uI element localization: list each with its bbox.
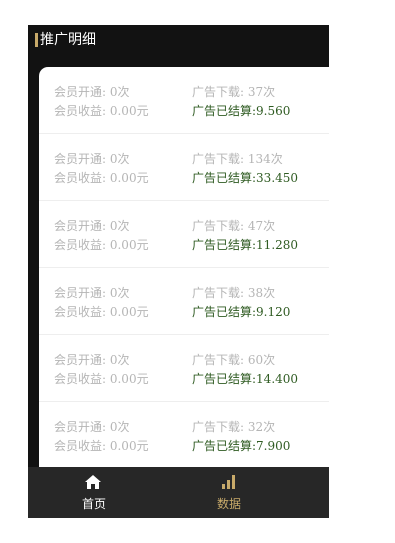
member-income: 会员收益: 0.00元 <box>54 171 149 185</box>
tab-data[interactable]: 数据 <box>163 467 295 518</box>
ad-settled-amount: 广告已结算:14.400 <box>192 372 299 386</box>
bottom-tab-bar: 首页 数据 <box>28 467 329 518</box>
records-card[interactable]: 会员开通: 0次 会员收益: 0.00元 广告下载: 37次 广告已结算:9.5… <box>39 67 329 497</box>
member-income: 会员收益: 0.00元 <box>54 439 149 453</box>
member-open-count: 会员开通: 0次 <box>54 420 130 434</box>
tab-home-label: 首页 <box>81 497 106 511</box>
member-income: 会员收益: 0.00元 <box>54 238 149 252</box>
list-item: 会员开通: 0次 会员收益: 0.00元 广告下载: 47次 广告已结算:11.… <box>39 201 329 268</box>
ad-download-count: 广告下载: 37次 <box>192 85 276 99</box>
ad-settled-amount: 广告已结算:11.280 <box>192 238 299 252</box>
member-open-count: 会员开通: 0次 <box>54 286 130 300</box>
tab-data-label: 数据 <box>216 497 241 511</box>
title-accent-bar <box>35 33 38 47</box>
list-item: 会员开通: 0次 会员收益: 0.00元 广告下载: 134次 广告已结算:33… <box>39 134 329 201</box>
list-item: 会员开通: 0次 会员收益: 0.00元 广告下载: 32次 广告已结算:7.9… <box>39 402 329 469</box>
member-income: 会员收益: 0.00元 <box>54 305 149 319</box>
ad-download-count: 广告下载: 38次 <box>192 286 276 300</box>
page-header: 推广明细 <box>28 25 329 66</box>
ad-download-count: 广告下载: 47次 <box>192 219 276 233</box>
page-title: 推广明细 <box>40 32 96 48</box>
member-income: 会员收益: 0.00元 <box>54 372 149 386</box>
member-open-count: 会员开通: 0次 <box>54 353 130 367</box>
list-item: 会员开通: 0次 会员收益: 0.00元 广告下载: 37次 广告已结算:9.5… <box>39 67 329 134</box>
tab-home[interactable]: 首页 <box>28 467 160 518</box>
ad-download-count: 广告下载: 134次 <box>192 152 283 166</box>
ad-settled-amount: 广告已结算:33.450 <box>192 171 299 185</box>
phone-screen: 推广明细 会员开通: 0次 会员收益: 0.00元 广告下载: 37次 广告已结… <box>28 25 329 518</box>
bar-chart-icon <box>222 475 235 489</box>
list-item: 会员开通: 0次 会员收益: 0.00元 广告下载: 60次 广告已结算:14.… <box>39 335 329 402</box>
list-item: 会员开通: 0次 会员收益: 0.00元 广告下载: 38次 广告已结算:9.1… <box>39 268 329 335</box>
member-income: 会员收益: 0.00元 <box>54 104 149 118</box>
ad-download-count: 广告下载: 60次 <box>192 353 276 367</box>
ad-download-count: 广告下载: 32次 <box>192 420 276 434</box>
member-open-count: 会员开通: 0次 <box>54 219 130 233</box>
ad-settled-amount: 广告已结算:7.900 <box>192 439 291 453</box>
home-icon <box>85 475 101 489</box>
member-open-count: 会员开通: 0次 <box>54 85 130 99</box>
ad-settled-amount: 广告已结算:9.560 <box>192 104 291 118</box>
ad-settled-amount: 广告已结算:9.120 <box>192 305 291 319</box>
member-open-count: 会员开通: 0次 <box>54 152 130 166</box>
